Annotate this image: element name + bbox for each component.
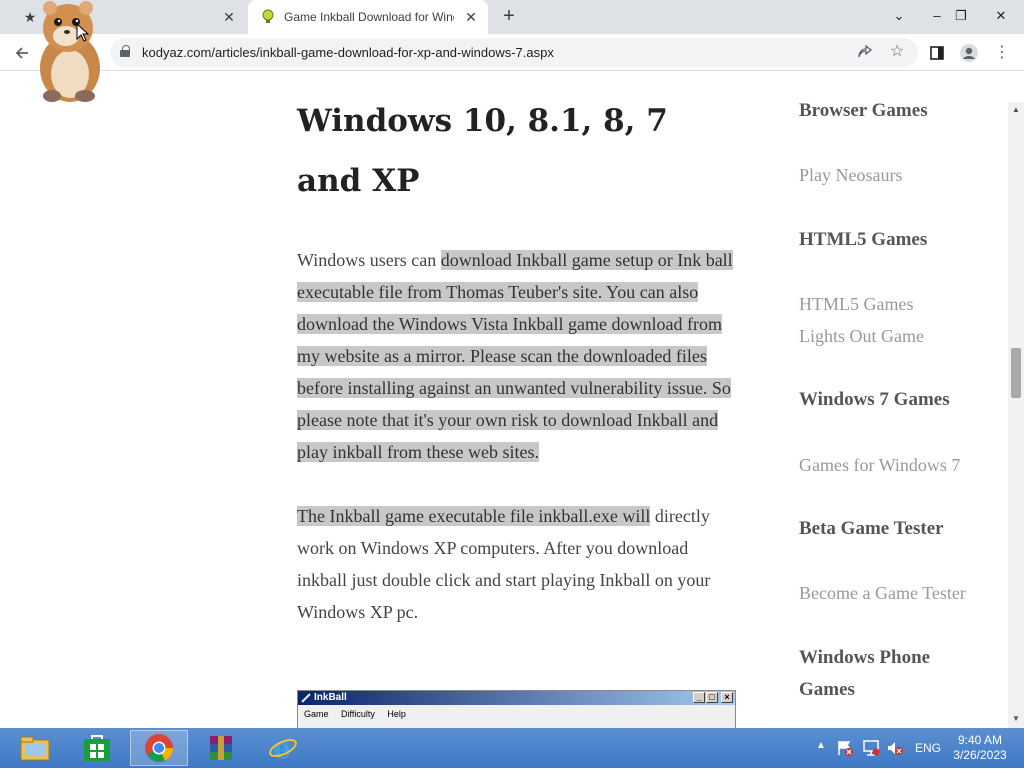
- inkball-title: InkBall: [314, 692, 347, 703]
- sidebar-link[interactable]: Lights Out Game: [799, 320, 924, 352]
- internet-explorer-icon[interactable]: e: [254, 730, 312, 766]
- address-bar[interactable]: kodyaz.com/articles/inkball-game-downloa…: [110, 38, 918, 67]
- hamster-mascot-image: [30, 0, 114, 104]
- system-clock[interactable]: 9:40 AM 3/26/2023: [948, 733, 1012, 763]
- sidebar-link[interactable]: HTML5 Games: [799, 288, 913, 320]
- close-tab-icon[interactable]: ✕: [462, 8, 480, 26]
- show-hidden-icons-icon[interactable]: ▲: [816, 740, 826, 780]
- winrar-icon[interactable]: [192, 730, 250, 766]
- close-tab-icon[interactable]: ✕: [220, 8, 238, 26]
- input-language-indicator[interactable]: ENG: [915, 741, 941, 781]
- page-scrollbar[interactable]: ▲ ▼: [1008, 102, 1024, 728]
- inkball-menu-item: Game: [304, 709, 329, 719]
- close-window-button[interactable]: ✕: [986, 0, 1016, 32]
- browser-toolbar: kodyaz.com/articles/inkball-game-downloa…: [0, 34, 1024, 71]
- side-panel-icon[interactable]: [924, 40, 950, 66]
- maximize-icon: □: [706, 692, 718, 703]
- lock-icon[interactable]: [120, 45, 130, 57]
- sidebar-link[interactable]: Become a Game Tester: [799, 577, 966, 609]
- profile-icon[interactable]: [956, 40, 982, 66]
- clock-date: 3/26/2023: [953, 748, 1007, 762]
- tab-active[interactable]: Game Inkball Download for Windows ✕: [248, 0, 488, 34]
- sidebar-heading: Beta Game Tester: [799, 518, 944, 539]
- inkball-screenshot-image: InkBall _ □ × Game Difficulty Help: [297, 690, 736, 728]
- restore-button[interactable]: ❐: [946, 0, 976, 32]
- file-explorer-icon[interactable]: [6, 730, 64, 766]
- volume-muted-icon[interactable]: [886, 739, 904, 779]
- scroll-up-arrow-icon[interactable]: ▲: [1011, 105, 1021, 115]
- close-icon: ×: [721, 692, 733, 703]
- sidebar-heading: HTML5 Games: [799, 229, 928, 250]
- windows-taskbar: e ▲ ENG 9:40 AM 3/26/2023: [0, 728, 1024, 768]
- inkball-title-bar: InkBall _ □ ×: [298, 691, 735, 705]
- inkball-menu-item: Difficulty: [341, 709, 375, 719]
- article-heading: Windows 10, 8.1, 8, 7 and XP: [297, 103, 668, 199]
- inkball-menu-item: Help: [387, 709, 406, 719]
- article-paragraph-2: The Inkball game executable file inkball…: [297, 500, 737, 628]
- chrome-icon[interactable]: [130, 730, 188, 766]
- share-icon[interactable]: [852, 39, 878, 65]
- highlighted-text: download Inkball game setup or Ink ball …: [297, 250, 733, 462]
- sidebar-heading: Windows Phone Games: [799, 647, 931, 700]
- scroll-thumb[interactable]: [1011, 348, 1021, 398]
- sidebar-link[interactable]: Play Neosaurs: [799, 159, 902, 191]
- highlighted-text: The Inkball game executable file inkball…: [297, 506, 651, 526]
- bookmark-star-icon[interactable]: ☆: [884, 39, 910, 65]
- article-paragraph-1: Windows users can download Inkball game …: [297, 244, 737, 468]
- sidebar-heading: Browser Games: [799, 102, 928, 121]
- page-content: Windows 10, 8.1, 8, 7 and XP Windows use…: [0, 102, 1008, 728]
- article: Windows 10, 8.1, 8, 7 and XP Windows use…: [297, 102, 737, 628]
- clock-time: 9:40 AM: [957, 733, 1003, 747]
- svg-text:e: e: [273, 733, 291, 763]
- inkball-app-icon: [301, 693, 311, 703]
- windows-store-icon[interactable]: [68, 730, 126, 766]
- paragraph-text: Windows users can: [297, 250, 441, 270]
- network-icon[interactable]: [862, 739, 880, 779]
- inkball-menu-bar: Game Difficulty Help: [298, 705, 735, 719]
- sidebar-link[interactable]: Games for Windows 7: [799, 449, 960, 481]
- minimize-icon: _: [693, 692, 705, 703]
- action-center-flag-icon[interactable]: [836, 739, 854, 779]
- kodyaz-lightbulb-icon: [260, 9, 276, 25]
- scroll-down-arrow-icon[interactable]: ▼: [1011, 714, 1021, 724]
- menu-icon[interactable]: ⋮: [989, 40, 1015, 66]
- tab-strip: ★ B ✕ Game Inkball Download for Windows …: [0, 0, 1024, 34]
- new-tab-button[interactable]: +: [498, 6, 520, 28]
- url-text[interactable]: kodyaz.com/articles/inkball-game-downloa…: [142, 45, 554, 60]
- tab-search-dropdown-icon[interactable]: ⌄: [884, 0, 914, 32]
- sidebar-heading: Windows 7 Games: [799, 389, 950, 410]
- mouse-cursor-icon: [76, 22, 90, 43]
- tab-title: Game Inkball Download for Windows: [284, 10, 454, 24]
